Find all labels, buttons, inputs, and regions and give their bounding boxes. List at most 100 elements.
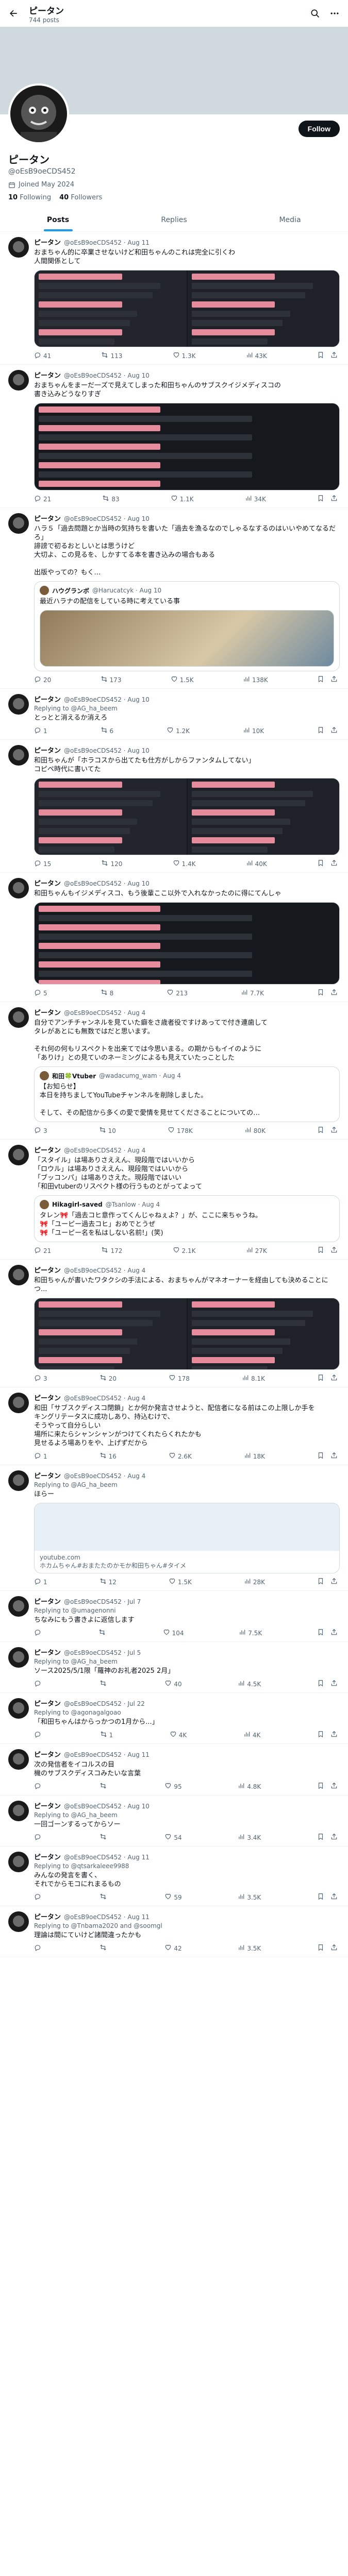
tab-replies[interactable]: Replies [116, 209, 232, 231]
post-media[interactable] [34, 902, 340, 985]
reply-button[interactable]: 1 [34, 1578, 47, 1586]
post-avatar[interactable] [8, 1647, 29, 1668]
post-avatar[interactable] [8, 1911, 29, 1932]
post-author-name[interactable]: ピータン [34, 878, 61, 888]
reply-button[interactable] [34, 1782, 43, 1791]
bookmark-button[interactable] [317, 495, 324, 503]
tab-media[interactable]: Media [232, 209, 348, 231]
like-button[interactable]: 2.1K [173, 1246, 195, 1255]
post-replying-to[interactable]: Replying to @AG_ha_beem [34, 1481, 340, 1488]
views-button[interactable]: 138K [243, 675, 268, 684]
post-avatar[interactable] [8, 513, 29, 534]
post-author-name[interactable]: ピータン [34, 745, 61, 755]
bookmark-button[interactable] [317, 1731, 324, 1739]
like-button[interactable]: 4K [170, 1731, 187, 1739]
repost-button[interactable] [100, 1833, 109, 1842]
post[interactable]: ピータン @oEsB9oeCDS452 · Aug 10 和田ちゃんもイジメディスコ… [0, 873, 348, 1002]
share-button[interactable] [330, 1629, 338, 1637]
share-button[interactable] [330, 1782, 338, 1791]
post-media[interactable] [34, 778, 340, 855]
post-avatar[interactable] [8, 1145, 29, 1165]
reply-button[interactable] [34, 1833, 43, 1842]
views-button[interactable]: 10K [243, 726, 264, 735]
bookmark-button[interactable] [317, 1893, 324, 1902]
quoted-post-image[interactable] [40, 610, 334, 667]
share-button[interactable] [330, 1944, 338, 1953]
repost-button[interactable]: 113 [101, 351, 122, 360]
post-author-handle[interactable]: @oEsB9oeCDS452 · Aug 11 [64, 1913, 150, 1921]
repost-button[interactable]: 173 [101, 675, 121, 684]
post-author-name[interactable]: ピータン [34, 370, 61, 380]
views-button[interactable]: 40K [246, 859, 267, 868]
post-avatar[interactable] [8, 1801, 29, 1821]
post[interactable]: ピータン @oEsB9oeCDS452 · Aug 4 自分でアンチチャンネルを見て… [0, 1002, 348, 1140]
repost-button[interactable]: 120 [101, 859, 122, 868]
post-replying-to[interactable]: Replying to @AG_ha_beem [34, 1811, 340, 1819]
post-author-name[interactable]: ピータン [34, 1698, 61, 1708]
reply-button[interactable]: 1 [34, 726, 47, 735]
post-author-name[interactable]: ピータン [34, 1801, 61, 1810]
post-author-handle[interactable]: @oEsB9oeCDS452 · Jul 5 [64, 1649, 141, 1656]
post-replying-to[interactable]: Replying to @AG_ha_beem [34, 1658, 340, 1665]
post-author-handle[interactable]: @oEsB9oeCDS452 · Jul 7 [64, 1598, 141, 1605]
post-media[interactable] [34, 1298, 340, 1370]
like-button[interactable]: 1.2K [167, 726, 190, 735]
post[interactable]: ピータン @oEsB9oeCDS452 · Aug 10 Replying to @… [0, 689, 348, 740]
bookmark-button[interactable] [317, 1944, 324, 1953]
post-author-name[interactable]: ピータン [34, 1911, 61, 1921]
bookmark-button[interactable] [317, 675, 324, 684]
post-avatar[interactable] [8, 1393, 29, 1413]
post-avatar[interactable] [8, 1596, 29, 1617]
bookmark-button[interactable] [317, 1833, 324, 1842]
repost-button[interactable]: 172 [101, 1246, 122, 1255]
post-author-handle[interactable]: @oEsB9oeCDS452 · Aug 11 [64, 1854, 150, 1861]
share-button[interactable] [330, 1833, 338, 1842]
post-replying-to[interactable]: Replying to @AG_ha_beem [34, 705, 340, 712]
reply-button[interactable] [34, 1944, 43, 1953]
reply-button[interactable] [34, 1893, 43, 1902]
reply-button[interactable]: 3 [34, 1126, 47, 1135]
post[interactable]: ピータン @oEsB9oeCDS452 · Aug 4 「スタイル」は場ありさええん… [0, 1140, 348, 1260]
post-avatar[interactable] [8, 878, 29, 899]
bookmark-button[interactable] [317, 1374, 324, 1383]
post-author-handle[interactable]: @oEsB9oeCDS452 · Aug 10 [64, 696, 150, 703]
bookmark-button[interactable] [317, 1629, 324, 1637]
reply-button[interactable] [34, 1680, 43, 1688]
post-avatar[interactable] [8, 694, 29, 715]
post-avatar[interactable] [8, 1749, 29, 1770]
post-author-name[interactable]: ピータン [34, 513, 61, 523]
post[interactable]: ピータン @oEsB9oeCDS452 · Aug 10 おまちゃんをまーだ一ズで見… [0, 365, 348, 508]
post-author-handle[interactable]: @oEsB9oeCDS452 · Aug 4 [64, 1395, 145, 1402]
post[interactable]: ピータン @oEsB9oeCDS452 · Aug 10 和田ちゃんが「ホラコスから… [0, 740, 348, 873]
following-link[interactable]: 10 Following [8, 194, 51, 201]
views-button[interactable]: 3.4K [238, 1833, 261, 1842]
search-icon[interactable] [307, 5, 323, 22]
reply-button[interactable] [34, 1629, 43, 1637]
post-author-handle[interactable]: @oEsB9oeCDS452 · Aug 10 [64, 747, 150, 754]
post-avatar[interactable] [8, 370, 29, 391]
post-replying-to[interactable]: Replying to @umagenonni [34, 1607, 340, 1614]
like-button[interactable]: 104 [163, 1629, 184, 1637]
quoted-post[interactable]: 和田🍀Vtuber @wadacumg_wam · Aug 4 【お知らせ】 本日を… [34, 1066, 340, 1122]
post-author-name[interactable]: ピータン [34, 1647, 61, 1657]
repost-button[interactable] [100, 1893, 109, 1902]
reply-button[interactable]: 41 [34, 351, 51, 360]
post-replying-to[interactable]: Replying to @Tnbama2020 and @soomgl [34, 1922, 340, 1929]
repost-button[interactable] [100, 1944, 109, 1953]
post[interactable]: ピータン @oEsB9oeCDS452 · Aug 11 Replying to @… [0, 1906, 348, 1957]
post-avatar[interactable] [8, 745, 29, 766]
views-button[interactable]: 4.8K [238, 1782, 261, 1791]
post-author-handle[interactable]: @oEsB9oeCDS452 · Aug 4 [64, 1147, 145, 1154]
bookmark-button[interactable] [317, 726, 324, 735]
bookmark-button[interactable] [317, 1578, 324, 1586]
post[interactable]: ピータン @oEsB9oeCDS452 · Aug 4 Replying to @A… [0, 1465, 348, 1591]
like-button[interactable]: 178 [169, 1374, 190, 1383]
like-button[interactable]: 178K [168, 1126, 193, 1135]
more-icon[interactable] [326, 5, 343, 22]
repost-button[interactable]: 16 [100, 1452, 117, 1461]
reply-button[interactable]: 5 [34, 989, 47, 997]
repost-button[interactable] [100, 1680, 109, 1688]
post-avatar[interactable] [8, 1470, 29, 1491]
post[interactable]: ピータン @oEsB9oeCDS452 · Jul 22 Replying to @… [0, 1693, 348, 1744]
post[interactable]: ピータン @oEsB9oeCDS452 · Aug 4 和田ちゃんが書いたワタクシの… [0, 1260, 348, 1387]
